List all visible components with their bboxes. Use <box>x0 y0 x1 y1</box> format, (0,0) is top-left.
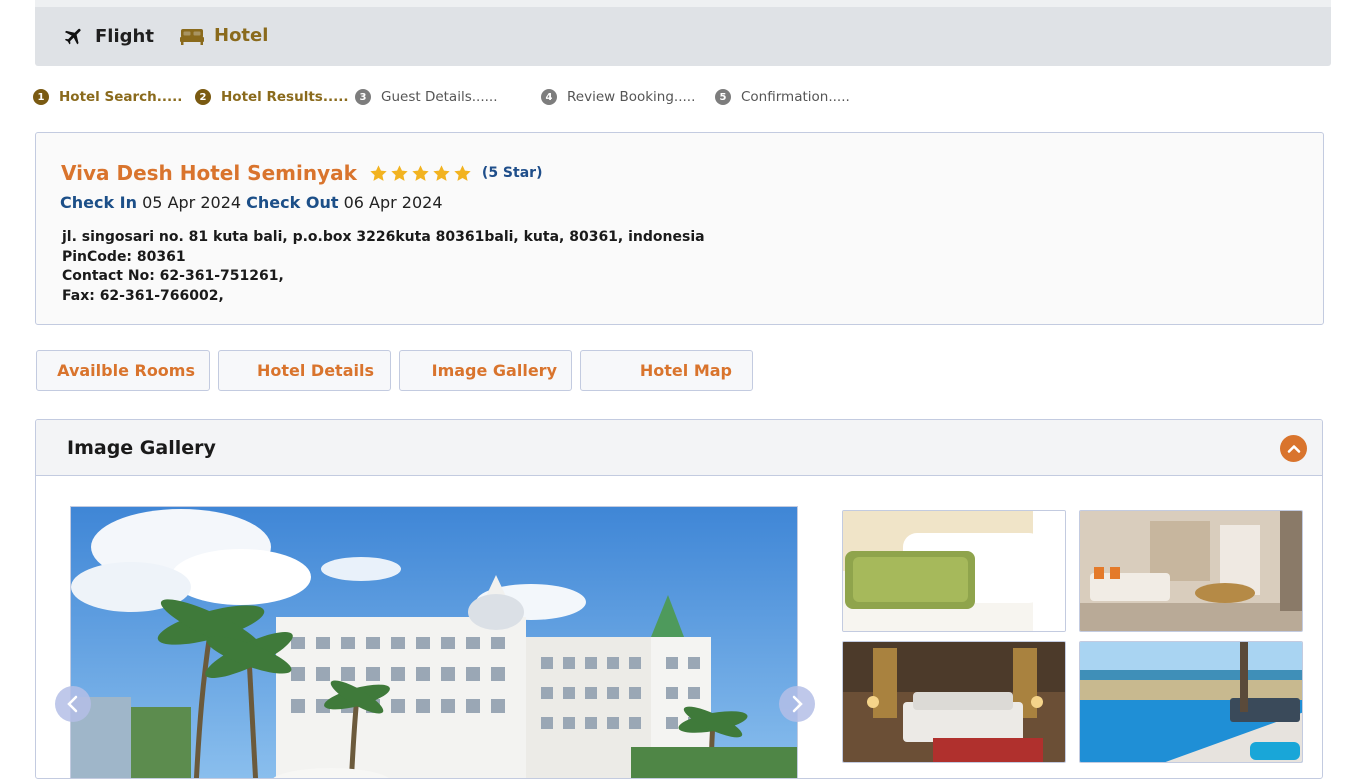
gallery-thumbnail[interactable] <box>1079 641 1303 763</box>
gallery-next-button[interactable] <box>779 686 815 722</box>
step-confirmation: 5 Confirmation..... <box>715 89 850 105</box>
step-review-booking: 4 Review Booking..... <box>541 89 695 105</box>
chevron-right-icon <box>792 695 803 713</box>
image-gallery-panel: Image Gallery <box>35 419 1323 779</box>
airplane-icon <box>63 25 85 47</box>
gallery-prev-button[interactable] <box>55 686 91 722</box>
gallery-title: Image Gallery <box>67 436 216 459</box>
check-in-label: Check In <box>60 193 138 212</box>
step-hotel-results[interactable]: 2 Hotel Results..... <box>195 89 348 105</box>
step-guest-details: 3 Guest Details...... <box>355 89 498 105</box>
hotel-fax: Fax: 62-361-766002, <box>62 287 224 304</box>
hotel-pincode: PinCode: 80361 <box>62 248 186 265</box>
star-icon <box>370 164 387 181</box>
booking-steps: 1 Hotel Search..... 2 Hotel Results.....… <box>33 89 1333 109</box>
step-label: Hotel Search..... <box>59 89 183 105</box>
hotel-contact: Contact No: 62-361-751261, <box>62 268 284 284</box>
step-label: Review Booking..... <box>567 89 696 105</box>
mode-hotel[interactable]: Hotel <box>180 25 268 46</box>
bed-icon <box>180 27 204 45</box>
step-label: Confirmation..... <box>741 89 850 105</box>
star-icon <box>412 164 429 181</box>
section-tabs: Availble Rooms Hotel Details Image Galle… <box>36 350 753 392</box>
mode-hotel-label: Hotel <box>214 25 269 46</box>
step-number: 4 <box>541 89 557 105</box>
star-icon <box>454 164 471 181</box>
gallery-thumbnail[interactable] <box>842 510 1066 632</box>
hotel-address-block: jl. singosari no. 81 kuta bali, p.o.box … <box>62 228 705 306</box>
tab-hotel-map[interactable]: Hotel Map <box>580 350 753 391</box>
step-number: 5 <box>715 89 731 105</box>
step-number: 1 <box>33 89 49 105</box>
star-icon <box>433 164 450 181</box>
main-gallery-image <box>70 506 798 778</box>
mode-bar: Flight Hotel <box>35 0 1331 66</box>
star-label: (5 Star) <box>481 165 543 181</box>
tab-hotel-details[interactable]: Hotel Details <box>218 350 391 391</box>
mode-flight[interactable]: Flight <box>63 25 154 47</box>
collapse-button[interactable] <box>1280 435 1307 462</box>
star-rating <box>369 164 472 183</box>
step-label: Hotel Results..... <box>221 89 349 105</box>
chevron-left-icon <box>67 695 78 713</box>
step-hotel-search[interactable]: 1 Hotel Search..... <box>33 89 182 105</box>
step-number: 3 <box>355 89 371 105</box>
step-label: Guest Details...... <box>381 89 498 105</box>
check-out-date: 06 Apr 2024 <box>343 193 443 212</box>
check-in-date: 05 Apr 2024 <box>142 193 242 212</box>
gallery-header: Image Gallery <box>36 420 1322 476</box>
star-icon <box>391 164 408 181</box>
step-number: 2 <box>195 89 211 105</box>
check-out-label: Check Out <box>246 193 339 212</box>
tab-image-gallery[interactable]: Image Gallery <box>399 350 572 391</box>
hotel-address: jl. singosari no. 81 kuta bali, p.o.box … <box>62 229 705 245</box>
hotel-name-row: Viva Desh Hotel Seminyak (5 Star) <box>61 161 542 185</box>
chevron-up-icon <box>1287 444 1300 453</box>
tab-available-rooms[interactable]: Availble Rooms <box>36 350 210 391</box>
hotel-info-card: Viva Desh Hotel Seminyak (5 Star) Check … <box>35 132 1324 325</box>
stay-dates: Check In 05 Apr 2024 Check Out 06 Apr 20… <box>60 193 443 212</box>
gallery-thumbnail[interactable] <box>842 641 1066 763</box>
mode-flight-label: Flight <box>95 25 154 47</box>
hotel-name: Viva Desh Hotel Seminyak <box>61 161 357 185</box>
gallery-thumbnail[interactable] <box>1079 510 1303 632</box>
